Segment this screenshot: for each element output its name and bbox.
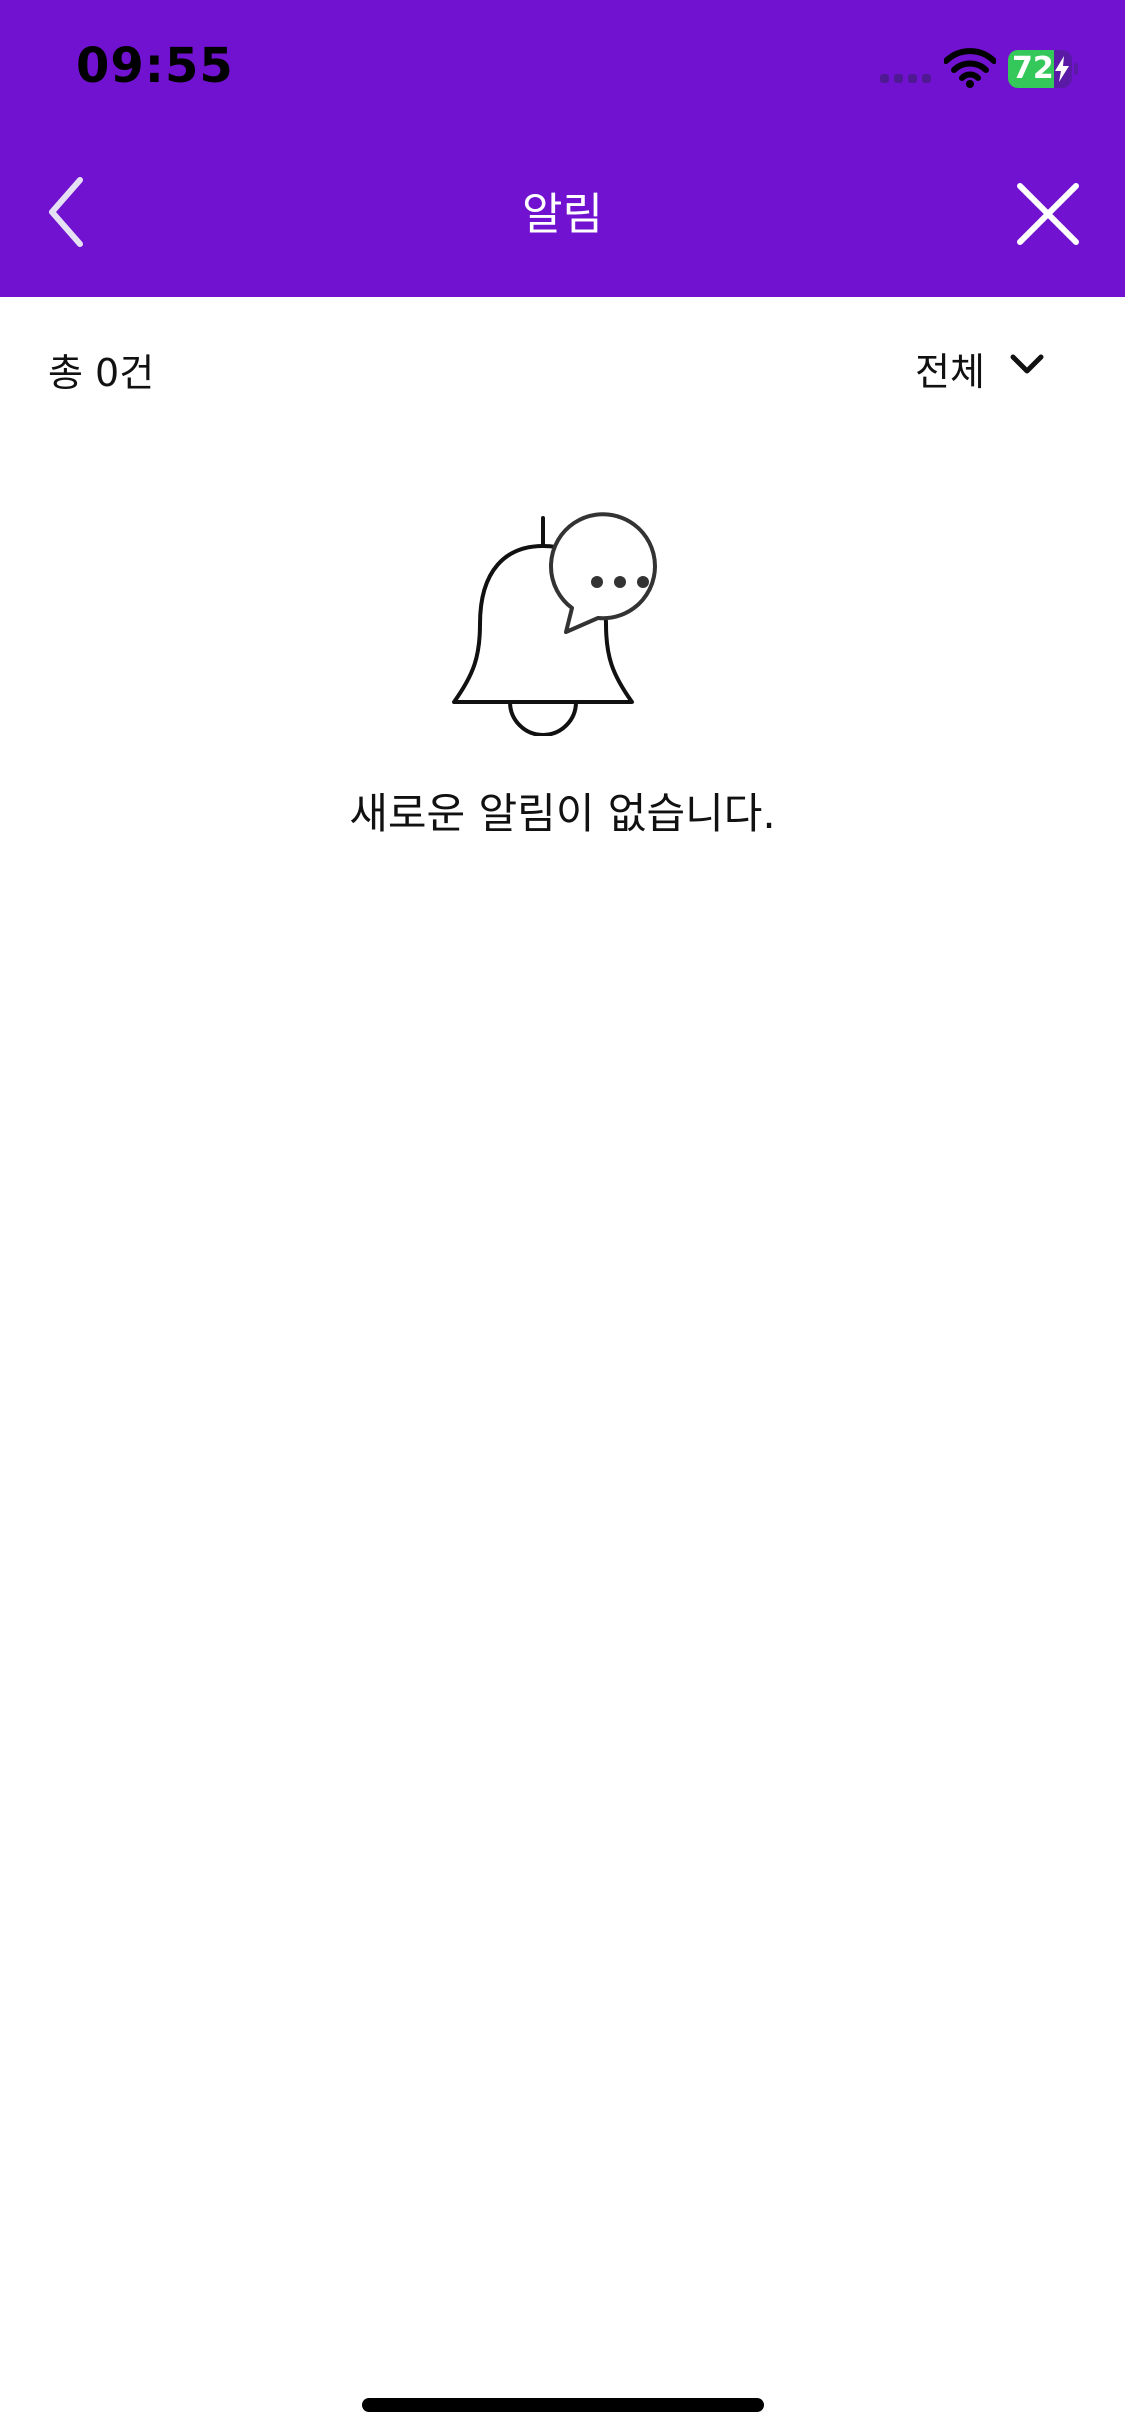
home-indicator[interactable] — [362, 2398, 764, 2412]
page-title: 알림 — [522, 189, 603, 240]
empty-message: 새로운 알림이 없습니다. — [349, 789, 776, 838]
notifications-screen: 09:55 72 알림 총 0건 전체 새로운 알림이 없습니다. — [0, 0, 1125, 2436]
charging-bolt-icon — [1055, 56, 1069, 82]
battery-icon: 72 — [1008, 50, 1078, 88]
filter-selected-label: 전체 — [915, 350, 985, 394]
cellular-signal-icon — [880, 74, 934, 86]
battery-cap — [1074, 63, 1078, 75]
total-count: 총 0건 — [48, 351, 155, 395]
close-button[interactable] — [1008, 174, 1088, 254]
bell-chat-icon — [452, 512, 657, 736]
battery-body: 72 — [1008, 50, 1072, 88]
empty-state: 새로운 알림이 없습니다. — [0, 500, 1125, 860]
close-icon — [1017, 183, 1079, 245]
status-time: 09:55 — [76, 38, 234, 94]
chevron-down-icon — [1010, 354, 1044, 374]
battery-level: 72 — [1012, 51, 1054, 86]
status-bar: 09:55 72 — [0, 0, 1125, 140]
filter-row: 총 0건 전체 — [0, 297, 1125, 437]
wifi-icon — [944, 48, 996, 88]
nav-bar: 알림 — [0, 140, 1125, 297]
header: 09:55 72 알림 — [0, 0, 1125, 297]
